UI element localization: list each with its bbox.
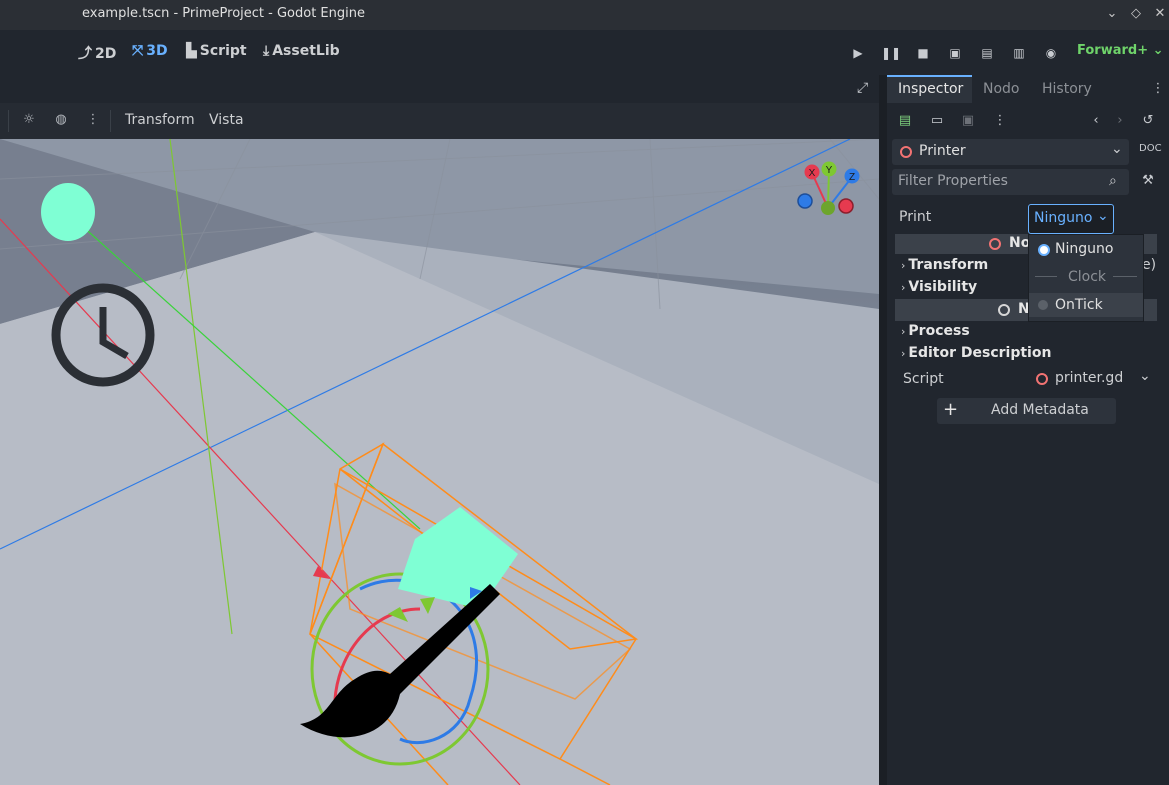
chevron-down-icon: ⌄ bbox=[1097, 208, 1109, 224]
tab-script[interactable]: ▙ Script bbox=[186, 43, 247, 59]
close-icon[interactable]: ✕ bbox=[1152, 6, 1168, 22]
gizmo-z-label: Z bbox=[849, 172, 855, 183]
node-icon bbox=[900, 146, 912, 158]
more-options-icon[interactable]: ⋮ bbox=[85, 112, 101, 127]
tab-node[interactable]: Nodo bbox=[983, 81, 1020, 97]
fullscreen-icon[interactable]: ⤢ bbox=[857, 80, 868, 96]
tab-assetlib[interactable]: ⤓ AssetLib bbox=[263, 43, 340, 59]
more-options-icon[interactable]: ⋮ bbox=[991, 113, 1009, 128]
tab-3d[interactable]: ⤧ 3D bbox=[132, 43, 168, 59]
chevron-down-icon: ⌄ bbox=[1111, 141, 1123, 157]
object-history-icon[interactable]: ↺ bbox=[1139, 113, 1157, 128]
option-group-separator: Clock bbox=[1029, 265, 1143, 289]
gizmo-x-label: X bbox=[809, 168, 816, 179]
add-metadata-button[interactable]: + Add Metadata bbox=[937, 398, 1116, 424]
gizmo-y-label: Y bbox=[826, 165, 833, 176]
section-process[interactable]: › Process bbox=[901, 323, 970, 339]
chevron-right-icon: › bbox=[901, 325, 906, 338]
gizmo-neg-z[interactable] bbox=[797, 193, 813, 209]
inspector-dock: Inspector Nodo History ⋮ ▤ ▭ ▣ ⋮ ‹ › ↺ P… bbox=[887, 75, 1169, 785]
tab-active-indicator bbox=[887, 75, 972, 77]
option-ninguno[interactable]: Ninguno bbox=[1029, 237, 1143, 261]
stop-icon[interactable]: ■ bbox=[912, 42, 934, 64]
node-class-icon bbox=[998, 304, 1010, 316]
assetlib-icon: ⤓ bbox=[263, 43, 270, 59]
script-icon: ▙ bbox=[186, 43, 197, 59]
dock-menu-icon[interactable]: ⋮ bbox=[1149, 81, 1167, 96]
transform-menu[interactable]: Transform bbox=[125, 112, 195, 128]
separator-line bbox=[1113, 276, 1137, 277]
node-name: Printer bbox=[919, 143, 966, 159]
node-selector[interactable]: Printer ⌄ bbox=[892, 139, 1129, 165]
view-menu[interactable]: Vista bbox=[209, 112, 244, 128]
play-scene-icon[interactable]: ▤ bbox=[976, 42, 998, 64]
separator bbox=[8, 110, 9, 132]
2d-icon: ⤴ bbox=[78, 46, 92, 62]
minimize-icon[interactable]: ⌄ bbox=[1104, 6, 1120, 22]
script-label: Script bbox=[903, 371, 944, 387]
script-class-icon bbox=[989, 238, 1001, 250]
sun-icon[interactable]: ☼ bbox=[21, 112, 37, 127]
chevron-down-icon: ⌄ bbox=[1152, 43, 1164, 58]
script-picker[interactable]: printer.gd ⌄ bbox=[1032, 367, 1157, 391]
filter-properties-field[interactable]: Filter Properties ⌕ bbox=[892, 169, 1129, 195]
3d-viewport[interactable]: X Y Z bbox=[0, 139, 879, 785]
play-custom-scene-icon[interactable]: ▥ bbox=[1008, 42, 1030, 64]
doc-icon[interactable]: DOC bbox=[1139, 143, 1162, 154]
environment-icon[interactable]: ◍ bbox=[53, 112, 69, 127]
gizmo-neg-y[interactable] bbox=[821, 201, 835, 215]
play-icon[interactable]: ▶ bbox=[847, 42, 869, 64]
maximize-icon[interactable]: ◇ bbox=[1128, 6, 1144, 22]
section-transform[interactable]: › Transform bbox=[901, 257, 988, 273]
gizmo-neg-x[interactable] bbox=[838, 198, 854, 214]
viewport-toolbar: ☼ ◍ ⋮ Transform Vista bbox=[0, 103, 879, 139]
tab-2d[interactable]: ⤴ 2D bbox=[78, 43, 116, 63]
chevron-down-icon: ⌄ bbox=[1139, 368, 1151, 384]
print-label: Print bbox=[899, 209, 932, 225]
property-tools-icon[interactable]: ⚒ bbox=[1139, 173, 1157, 188]
option-ontick[interactable]: OnTick bbox=[1029, 293, 1143, 317]
print-options-popup: Ninguno Clock OnTick bbox=[1028, 234, 1144, 322]
tab-history[interactable]: History bbox=[1042, 81, 1092, 97]
new-resource-icon[interactable]: ▤ bbox=[896, 113, 914, 128]
pause-icon[interactable]: ❚❚ bbox=[880, 42, 902, 64]
history-back-icon[interactable]: ‹ bbox=[1087, 113, 1105, 128]
section-visibility[interactable]: › Visibility bbox=[901, 279, 977, 295]
remote-debug-icon[interactable]: ▣ bbox=[944, 42, 966, 64]
separator-label: Clock bbox=[1068, 269, 1107, 285]
window-title: example.tscn - PrimeProject - Godot Engi… bbox=[82, 6, 365, 21]
script-icon bbox=[1036, 373, 1048, 385]
title-bar: example.tscn - PrimeProject - Godot Engi… bbox=[0, 0, 1169, 30]
add-icon: + bbox=[943, 399, 959, 420]
separator bbox=[110, 110, 111, 132]
light-gizmo[interactable] bbox=[41, 183, 95, 241]
history-forward-icon[interactable]: › bbox=[1111, 113, 1129, 128]
filter-placeholder: Filter Properties bbox=[898, 173, 1008, 189]
print-value: Ninguno bbox=[1034, 210, 1093, 226]
chevron-right-icon: › bbox=[901, 281, 906, 294]
section-editor-description[interactable]: › Editor Description bbox=[901, 345, 1051, 361]
hidden-value-suffix: e) bbox=[1142, 257, 1157, 273]
renderer-select[interactable]: Forward+ ⌄ bbox=[1077, 43, 1164, 58]
option-label: Ninguno bbox=[1055, 241, 1114, 257]
chevron-right-icon: › bbox=[901, 259, 906, 272]
chevron-right-icon: › bbox=[901, 347, 906, 360]
radio-checked-icon bbox=[1038, 244, 1050, 256]
3d-icon: ⤧ bbox=[132, 43, 144, 59]
script-value: printer.gd bbox=[1055, 370, 1124, 386]
viewport-tab-strip: ⤢ bbox=[0, 75, 879, 103]
print-dropdown[interactable]: Ninguno ⌄ bbox=[1028, 204, 1114, 234]
radio-unchecked-icon bbox=[1038, 300, 1048, 310]
add-metadata-label: Add Metadata bbox=[991, 402, 1089, 418]
save-icon[interactable]: ▣ bbox=[959, 113, 977, 128]
movie-maker-icon[interactable]: ◉ bbox=[1040, 42, 1062, 64]
tab-inspector[interactable]: Inspector bbox=[898, 81, 963, 97]
main-toolbar: ⤴ 2D ⤧ 3D ▙ Script ⤓ AssetLib ▶ ❚❚ ■ ▣ ▤ ▥ ◉… bbox=[0, 30, 1169, 75]
separator-line bbox=[1035, 276, 1057, 277]
option-label: OnTick bbox=[1055, 297, 1103, 313]
open-folder-icon[interactable]: ▭ bbox=[928, 113, 946, 128]
search-icon: ⌕ bbox=[1109, 173, 1117, 189]
dock-splitter[interactable] bbox=[879, 75, 887, 785]
